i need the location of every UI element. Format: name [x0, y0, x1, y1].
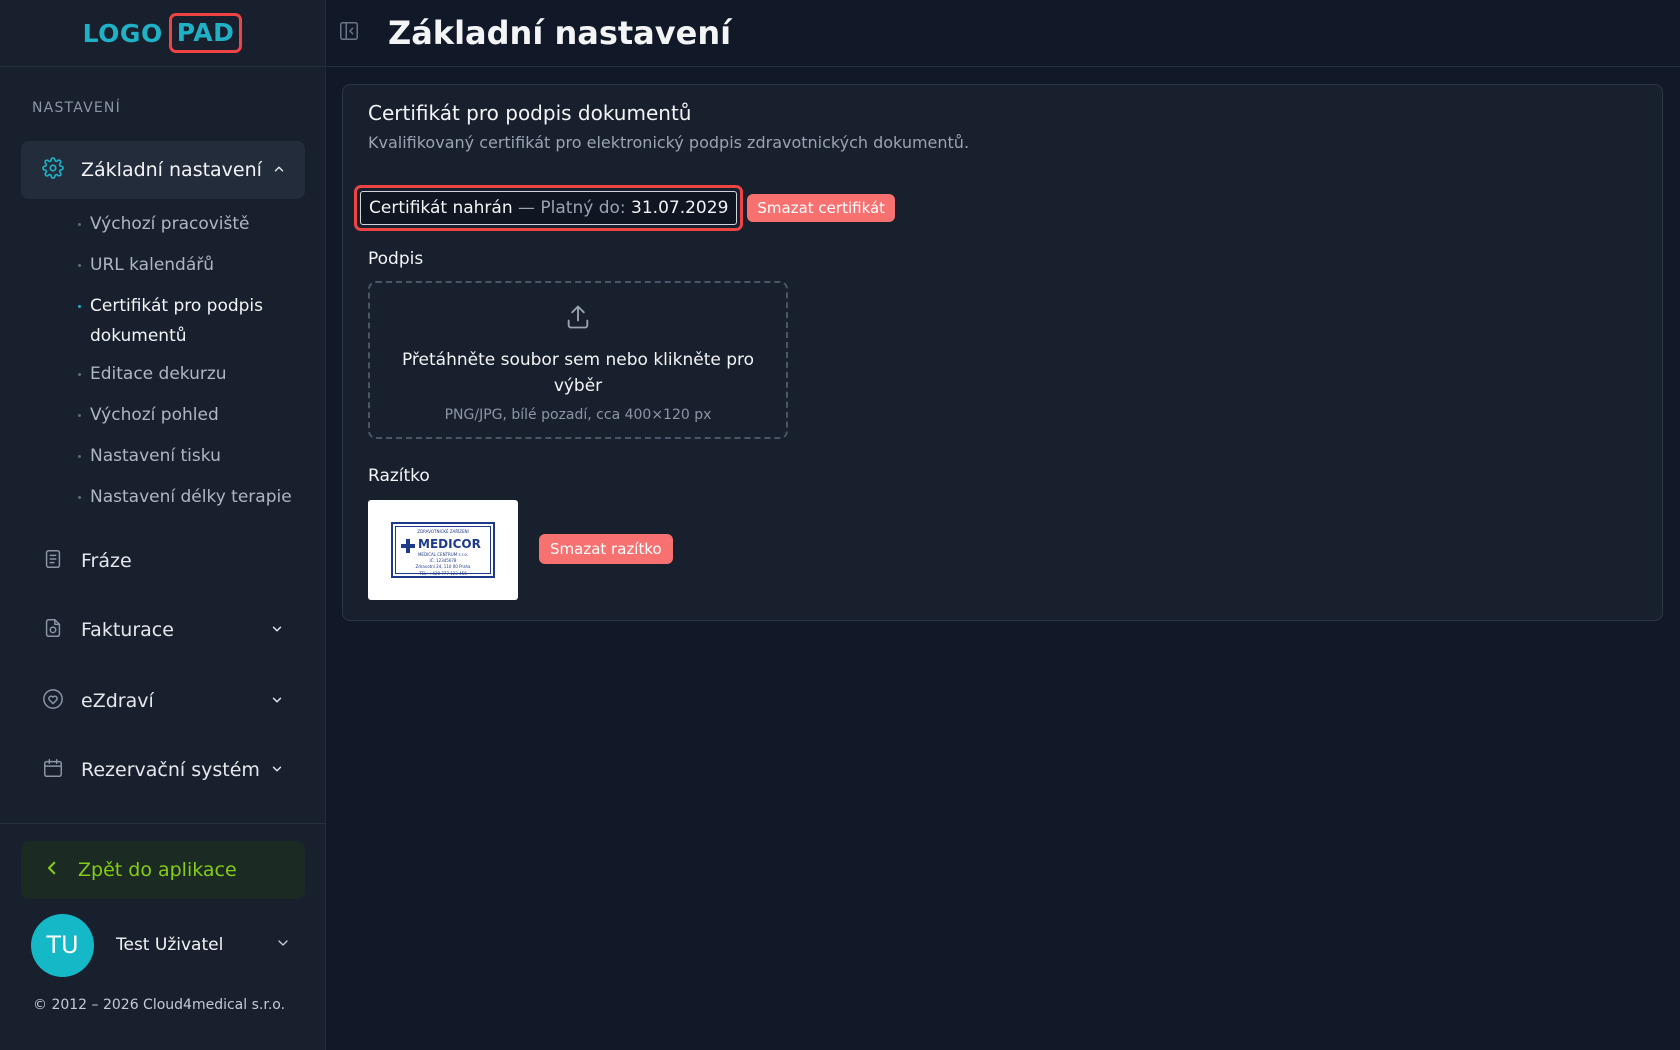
chevron-up-icon[interactable] — [272, 161, 286, 180]
copyright: © 2012 – 2026 Cloud4medical s.r.o. — [33, 997, 286, 1013]
chevron-down-icon[interactable] — [275, 935, 291, 955]
stamp-top-text: ZDRAVOTNICKÉ ZAŘÍZENÍ — [417, 529, 469, 534]
stamp-image: ZDRAVOTNICKÉ ZAŘÍZENÍ MEDICOR MEDICAL CE… — [391, 522, 495, 578]
submenu-item-vychozi-pracoviste[interactable]: Výchozí pracoviště — [78, 209, 308, 239]
signature-dropzone[interactable]: Přetáhněte soubor sem nebo klikněte pro … — [368, 281, 788, 439]
back-to-app-label: Zpět do aplikace — [78, 859, 237, 881]
user-name: Test Uživatel — [116, 935, 224, 955]
stamp-inner: ZDRAVOTNICKÉ ZAŘÍZENÍ MEDICOR MEDICAL CE… — [395, 526, 491, 576]
sidebar-toggle-button[interactable] — [336, 20, 362, 46]
certificate-status-box: Certifikát nahrán — Platný do: 31.07.202… — [360, 191, 738, 225]
main-content: Základní nastavení Certifikát pro podpis… — [326, 0, 1680, 1050]
stamp-address: Zdravotní 24, 110 00 Praha — [415, 564, 471, 569]
chevron-down-icon[interactable] — [270, 761, 284, 780]
stamp-name: MEDICOR — [418, 537, 481, 551]
logo-text-logo: LOGO — [82, 18, 163, 48]
submenu-item-certifikat[interactable]: Certifikát pro podpis dokumentů — [78, 291, 308, 351]
sidebar: LOGO PAD NASTAVENÍ Základní nastavení Vý… — [0, 0, 326, 1050]
heart-icon — [42, 688, 64, 714]
sidebar-item-fakturace[interactable]: Fakturace — [21, 608, 305, 652]
dropzone-hint: PNG/JPG, bílé pozadí, cca 400×120 px — [444, 407, 712, 423]
calendar-icon — [42, 757, 64, 783]
sidebar-item-label: Základní nastavení — [81, 159, 262, 181]
stamp-ic: IČ: 12345678 — [429, 558, 457, 563]
app-root: LOGO PAD NASTAVENÍ Základní nastavení Vý… — [0, 0, 1680, 1050]
user-menu[interactable]: TU Test Uživatel — [31, 913, 291, 977]
signature-label: Podpis — [368, 249, 424, 269]
card-subtitle: Kvalifikovaný certifikát pro elektronick… — [368, 133, 970, 152]
avatar: TU — [31, 913, 94, 977]
certificate-card: Certifikát pro podpis dokumentů Kvalifik… — [342, 84, 1663, 621]
sidebar-item-label: Rezervační systém — [81, 759, 260, 781]
page-title: Základní nastavení — [388, 14, 732, 52]
chevron-down-icon[interactable] — [270, 621, 284, 640]
delete-certificate-button[interactable]: Smazat certifikát — [747, 194, 896, 222]
gear-icon — [42, 157, 64, 183]
invoice-icon — [42, 617, 64, 643]
chevron-left-icon — [43, 859, 61, 881]
submenu-item-editace-dekurzu[interactable]: Editace dekurzu — [78, 359, 308, 389]
chevron-down-icon[interactable] — [270, 692, 284, 711]
document-icon — [42, 548, 64, 574]
sidebar-item-label: eZdraví — [81, 690, 154, 712]
sidebar-item-label: Fakturace — [81, 619, 174, 641]
submenu: Výchozí pracoviště URL kalendářů Certifi… — [78, 209, 308, 512]
certificate-valid-label: — Platný do: — [512, 198, 632, 218]
submenu-item-url-kalendaru[interactable]: URL kalendářů — [78, 250, 308, 280]
upload-icon — [564, 303, 592, 335]
submenu-item-nastaveni-tisku[interactable]: Nastavení tisku — [78, 441, 308, 471]
certificate-row: Certifikát nahrán — Platný do: 31.07.202… — [354, 185, 896, 231]
certificate-status-text: Certifikát nahrán — [369, 198, 513, 218]
certificate-valid-date: 31.07.2029 — [631, 198, 729, 218]
sidebar-item-ezdravi[interactable]: eZdraví — [21, 679, 305, 723]
delete-stamp-button[interactable]: Smazat razítko — [539, 534, 673, 564]
card-title: Certifikát pro podpis dokumentů — [368, 101, 692, 125]
stamp-tel: TEL: +420 777 123 456 — [419, 571, 467, 576]
sidebar-item-fraze[interactable]: Fráze — [21, 539, 305, 583]
logo-text-pad: PAD — [168, 13, 243, 53]
certificate-status: Certifikát nahrán — Platný do: 31.07.202… — [354, 185, 744, 231]
submenu-item-nastaveni-delky-terapie[interactable]: Nastavení délky terapie — [78, 482, 308, 512]
back-to-app-button[interactable]: Zpět do aplikace — [21, 841, 305, 899]
sidebar-divider — [0, 823, 326, 824]
stamp-preview: ZDRAVOTNICKÉ ZAŘÍZENÍ MEDICOR MEDICAL CE… — [368, 500, 518, 600]
stamp-subtitle: MEDICAL CENTRUM s.r.o. — [417, 552, 468, 557]
topbar: Základní nastavení — [326, 0, 1680, 67]
logo[interactable]: LOGO PAD — [83, 13, 243, 53]
submenu-item-vychozi-pohled[interactable]: Výchozí pohled — [78, 400, 308, 430]
sidebar-collapse-icon — [338, 20, 360, 46]
sidebar-item-rezervacni-system[interactable]: Rezervační systém — [21, 748, 305, 792]
sidebar-item-label: Fráze — [81, 550, 132, 572]
sidebar-section-label: NASTAVENÍ — [32, 100, 121, 116]
sidebar-item-zakladni-nastaveni[interactable]: Základní nastavení — [21, 141, 305, 199]
stamp-label: Razítko — [368, 466, 430, 486]
dropzone-text: Přetáhněte soubor sem nebo klikněte pro … — [401, 350, 755, 396]
logo-area: LOGO PAD — [0, 0, 325, 67]
